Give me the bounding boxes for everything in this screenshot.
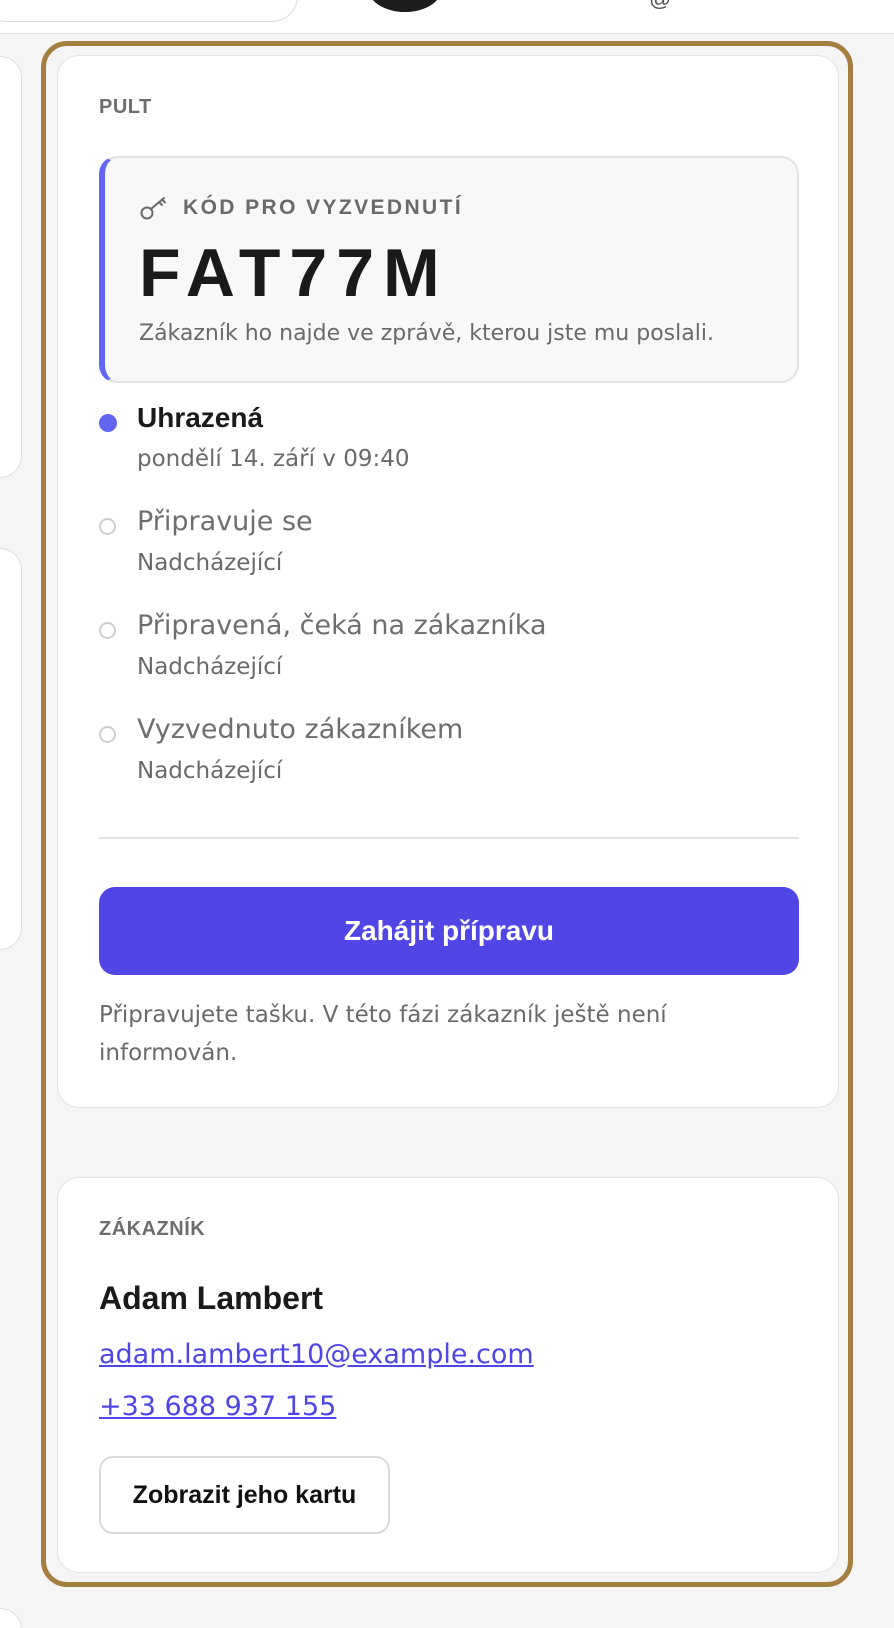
customer-card: ZÁKAZNÍK Adam Lambert adam.lambert10@exa… [57,1177,839,1573]
customer-name: Adam Lambert [99,1280,324,1316]
section-title: ZÁKAZNÍK [99,1218,206,1240]
pickup-code-title: KÓD PRO VYZVEDNUTÍ [183,196,464,219]
status-step-ready: Připravená, čeká na zákazníka Nadcházejí… [99,610,799,700]
step-status: Nadcházející [137,654,283,680]
key-icon [140,197,166,220]
view-customer-profile-button[interactable]: Zobrazit jeho kartu [99,1456,390,1534]
step-pending-dot-icon [99,726,116,743]
pickup-code-value: FAT77M [139,235,449,311]
step-title: Připravuje se [137,506,313,537]
step-title: Připravená, čeká na zákazníka [137,610,547,641]
section-title: PULT [99,96,152,118]
status-step-preparing: Připravuje se Nadcházející [99,506,799,596]
step-title: Vyzvednuto zákazníkem [137,714,464,745]
step-title: Uhrazená [137,402,264,433]
status-step-picked-up: Vyzvednuto zákazníkem Nadcházející [99,714,799,804]
start-preparation-button[interactable]: Zahájit přípravu [99,887,799,975]
customer-phone-link[interactable]: +33 688 937 155 [99,1391,336,1422]
search-field[interactable] [0,0,298,22]
at-icon: @ [649,0,671,12]
status-step-paid: Uhrazená pondělí 14. září v 09:40 [99,402,799,492]
side-panel-card [0,548,22,950]
action-hint: Připravujete tašku. V této fázi zákazník… [99,1002,667,1066]
counter-card: PULT KÓD PRO VYZVEDNUTÍ FAT77M Zákazník … [57,55,839,1108]
divider [99,837,799,839]
step-status: Nadcházející [137,550,283,576]
step-status: Nadcházející [137,758,283,784]
avatar[interactable] [369,0,441,12]
step-complete-dot-icon [99,414,117,432]
top-bar: @ [0,0,894,34]
pickup-code-box: KÓD PRO VYZVEDNUTÍ FAT77M Zákazník ho na… [99,156,799,383]
step-pending-dot-icon [99,622,116,639]
step-pending-dot-icon [99,518,116,535]
step-timestamp: pondělí 14. září v 09:40 [137,446,410,472]
customer-email-link[interactable]: adam.lambert10@example.com [99,1339,534,1370]
side-panel-card [0,56,22,478]
side-panel-card [0,1608,22,1628]
pickup-code-help: Zákazník ho najde ve zprávě, kterou jste… [139,321,714,346]
